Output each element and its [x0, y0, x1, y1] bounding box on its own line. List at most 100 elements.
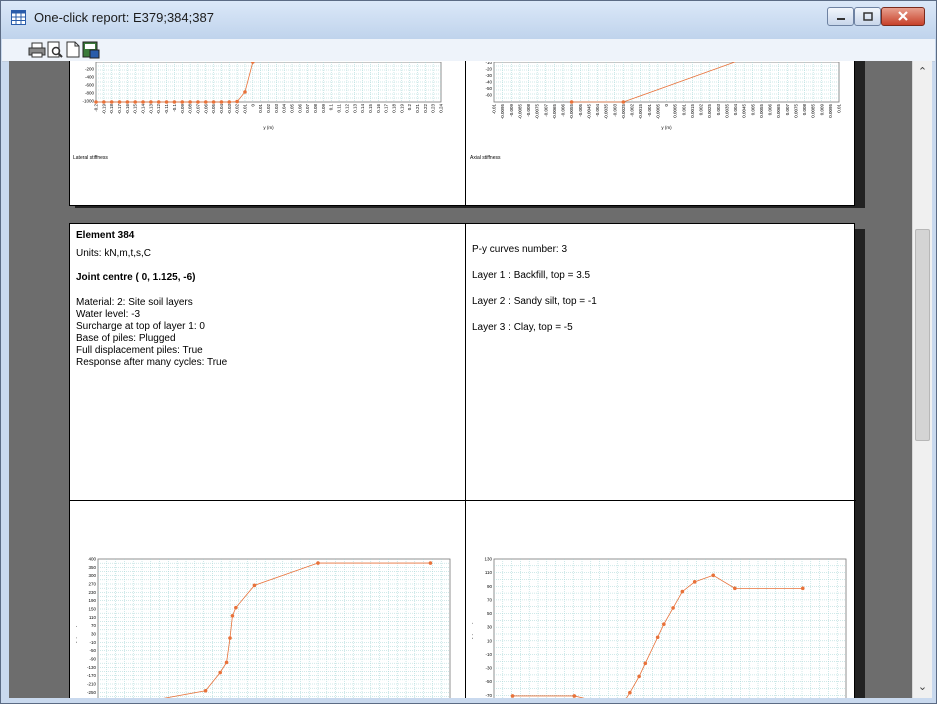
x-tick-label: -0.08	[188, 104, 193, 115]
element-title: Element 384	[76, 230, 135, 241]
window-title: One-click report: E379;384;387	[34, 10, 214, 25]
axial-stiffness-chart: -0.01 -0.0095 -0.009 -0.0085 -0.008 -0.0075 -0…	[485, 62, 842, 130]
data-point	[156, 100, 161, 104]
x-tick-label: 0.001	[681, 104, 686, 116]
export-icon[interactable]	[82, 41, 100, 59]
y-tick-label: -30	[485, 73, 492, 78]
data-point	[680, 589, 685, 594]
x-tick-label: 0.24	[439, 104, 444, 113]
y-tick-label: 350	[88, 565, 96, 570]
x-tick-label: 0.18	[391, 104, 396, 113]
maximize-button[interactable]	[854, 7, 881, 26]
base-of-piles-text: Base of piles: Plugged	[76, 333, 176, 344]
print-icon[interactable]	[28, 41, 46, 59]
y-tick-label: 270	[88, 582, 96, 587]
x-tick-label: -0.0035	[604, 104, 609, 120]
x-tick-label: -0.06	[203, 104, 208, 115]
title-bar[interactable]: One-click report: E379;384;387	[1, 1, 936, 39]
x-tick-label: 0.004	[733, 104, 738, 116]
minimize-button[interactable]	[827, 7, 854, 26]
data-point	[203, 688, 208, 693]
x-tick-label: 0.01	[258, 104, 263, 113]
x-tick-label: -0.009	[509, 104, 514, 117]
data-point	[234, 605, 238, 610]
y-tick-label: -10	[89, 640, 96, 645]
close-button[interactable]	[881, 7, 925, 26]
vertical-scrollbar[interactable]: ⌃ ⌄	[912, 61, 932, 698]
py-curves-panel: P-y curves number: 3 Layer 1 : Backfill,…	[472, 244, 852, 334]
scroll-thumb[interactable]	[915, 229, 930, 441]
y-tick-label: -130	[87, 665, 97, 670]
x-tick-label: -0.01	[242, 104, 247, 115]
x-tick-label: 0.0095	[828, 104, 833, 118]
report-preview-area[interactable]: -0.2 -0.19 -0.18 -0.17 -0.16 -0.15 -0.14 -0.13-…	[9, 61, 912, 698]
x-tick-label: -0.0085	[517, 104, 522, 120]
x-tick-label: 0.005	[750, 104, 755, 116]
x-tick-label: -0.15	[133, 104, 138, 115]
x-tick-label: -0.11	[164, 104, 169, 114]
x-tick-label: 0.09	[321, 104, 326, 113]
x-tick-label: -0.03	[227, 104, 232, 115]
scroll-up-icon[interactable]: ⌃	[913, 63, 932, 81]
data-point	[510, 694, 515, 698]
y-tick-label: 150	[88, 607, 96, 612]
data-point	[133, 100, 138, 104]
data-point	[227, 100, 232, 104]
toolbar	[2, 39, 935, 62]
x-tick-label: 0.0065	[776, 104, 781, 118]
x-tick-label: 0.16	[376, 104, 381, 113]
y-tick-label: -30	[485, 666, 492, 671]
x-tick-label: 0.13	[352, 104, 357, 113]
x-tick-label: 0.04	[282, 104, 287, 113]
data-point	[243, 90, 247, 94]
x-tick-label: 0.22	[423, 104, 428, 113]
y-tick-label: 70	[487, 597, 493, 602]
page-setup-icon[interactable]	[64, 41, 82, 59]
response-cycles-text: Response after many cycles: True	[76, 357, 228, 368]
axial-stiffness-caption: Axial stiffness	[470, 155, 501, 161]
x-tick-label: 0.02	[266, 104, 271, 113]
y-tick-label: 190	[88, 598, 96, 603]
y-tick-label: -40	[485, 80, 492, 85]
data-point	[572, 694, 577, 698]
x-tick-label: -0.0005	[655, 104, 660, 120]
y-tick-label: -90	[89, 657, 96, 662]
print-preview-icon[interactable]	[46, 41, 64, 59]
x-tick-label: -0.007	[543, 104, 548, 117]
data-point	[203, 100, 208, 104]
data-point	[671, 606, 675, 610]
x-tick-label: 0.0005	[673, 104, 678, 118]
y-tick-label: 130	[484, 557, 492, 562]
x-tick-label: -0.2	[94, 104, 99, 112]
data-point	[196, 100, 200, 104]
data-point	[117, 100, 122, 104]
y-tick-label: 230	[88, 590, 96, 595]
py-curves-number: P-y curves number: 3	[472, 244, 568, 255]
data-point	[109, 100, 114, 104]
data-point	[125, 100, 130, 104]
layer-3-text: Layer 3 : Clay, top = -5	[472, 322, 573, 333]
data-point	[172, 100, 177, 104]
data-point	[692, 580, 697, 584]
x-tick-label: -0.003	[612, 104, 617, 117]
close-icon	[898, 11, 908, 21]
x-tick-label: -0.19	[101, 104, 106, 115]
x-tick-label: -0.0065	[552, 104, 557, 120]
x-tick-label: 0.006	[768, 104, 773, 116]
data-point	[662, 622, 666, 627]
y-tick-label: -1000	[82, 99, 94, 104]
y-tick-label: 30	[487, 625, 493, 630]
x-tick-label: -0.0015	[638, 104, 643, 120]
x-tick-label: -0.0055	[569, 104, 574, 120]
x-tick-label: 0.11	[337, 104, 342, 113]
y-tick-label: -50	[485, 86, 492, 91]
surcharge-text: Surcharge at top of layer 1: 0	[76, 321, 205, 332]
x-tick-label: -0.02	[235, 104, 240, 115]
y-tick-label: 10	[487, 638, 493, 643]
data-point	[141, 100, 145, 104]
y-tick-label: 400	[88, 557, 96, 562]
scroll-down-icon[interactable]: ⌄	[913, 678, 932, 696]
joint-centre-text: Joint centre ( 0, 1.125, -6)	[76, 272, 196, 283]
x-tick-label: 0.0045	[742, 104, 747, 118]
table-icon	[11, 10, 26, 25]
